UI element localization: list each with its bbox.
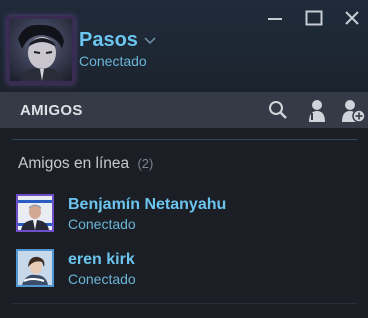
divider [12,303,357,304]
minimize-icon [268,18,282,20]
online-group-count: (2) [137,156,154,171]
close-icon [345,11,359,25]
add-friend-button[interactable] [339,98,367,129]
user-status: Conectado [79,53,147,69]
add-friend-icon [342,100,366,123]
friend-avatar-image [18,196,52,230]
username-dropdown[interactable]: Pasos [79,29,156,52]
profile-header: Pasos Conectado [0,0,368,92]
friend-status: Conectado [68,271,136,287]
friends-toolbar: AMIGOS [0,92,368,128]
username: Pasos [79,29,138,51]
friend-name: Benjamín Netanyahu [68,196,227,213]
avatar-image [18,24,64,81]
friend-name: eren kirk [68,251,135,268]
search-button[interactable] [267,98,289,127]
close-button[interactable] [341,8,363,28]
maximize-icon [305,10,323,26]
friends-list-button[interactable] [303,98,329,129]
user-icon [309,100,325,122]
online-group-label: Amigos en línea [18,155,130,172]
friend-avatar [16,249,54,287]
friend-item[interactable]: eren kirk Conectado [16,249,346,293]
search-icon [269,101,287,119]
minimize-button[interactable] [264,8,286,28]
chevron-down-icon [144,36,156,44]
maximize-button[interactable] [303,8,325,28]
divider [12,139,357,140]
friends-title[interactable]: AMIGOS [20,102,83,119]
friend-avatar [16,194,54,232]
friend-avatar-image [18,251,52,285]
friend-status: Conectado [68,216,136,232]
friend-item[interactable]: Benjamín Netanyahu Conectado [16,194,346,238]
avatar[interactable] [7,16,75,84]
online-group-header[interactable]: Amigos en línea (2) [18,155,153,173]
